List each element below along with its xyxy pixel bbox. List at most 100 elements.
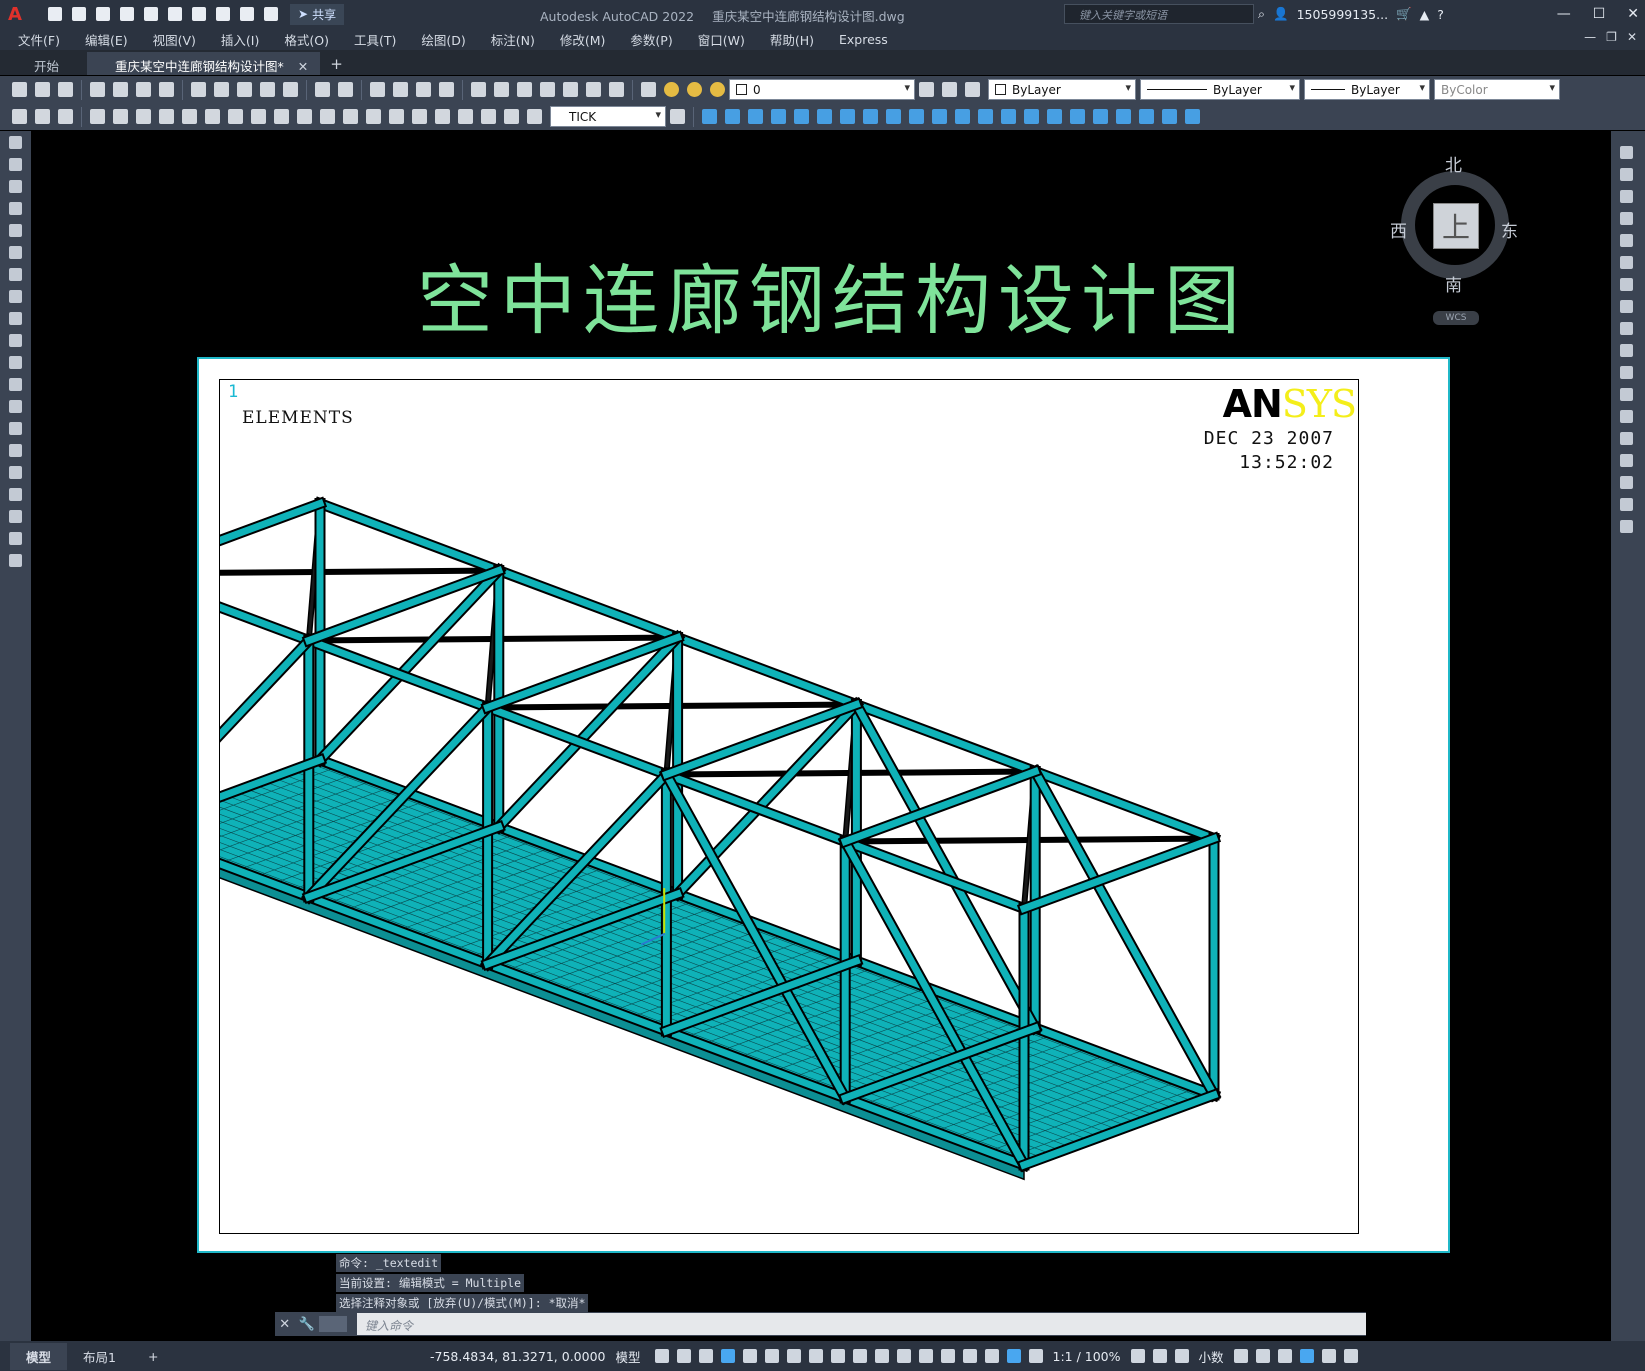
plot-sheet[interactable]: 1 ELEMENTS ANSYS DEC 23 2007 13:52:02 [197, 357, 1450, 1253]
design-center-icon[interactable] [490, 78, 513, 101]
intersect-icon[interactable] [1066, 105, 1089, 128]
save-as-icon[interactable] [116, 3, 138, 25]
explode-icon[interactable] [1611, 515, 1642, 537]
circle-icon[interactable] [0, 263, 31, 285]
hardware-acceleration-icon[interactable] [1296, 1345, 1318, 1367]
helix-icon[interactable] [859, 105, 882, 128]
cone-icon[interactable] [744, 105, 767, 128]
rectangle-icon[interactable] [0, 219, 31, 241]
annotation-visibility-icon[interactable] [1003, 1345, 1025, 1367]
customize-command-icon[interactable]: 🔧 [299, 1317, 315, 1332]
selection-filter-icon[interactable] [959, 1345, 981, 1367]
dim-jogged-icon[interactable] [201, 105, 224, 128]
add-layout-button[interactable]: + [132, 1345, 174, 1368]
workspace-switch-icon[interactable] [1127, 1345, 1149, 1367]
units-value[interactable]: 小数 [1199, 1347, 1224, 1366]
rotate-icon[interactable] [1611, 273, 1642, 295]
dim-continue-icon[interactable] [316, 105, 339, 128]
tab-active-drawing[interactable]: 重庆某空中连廊钢结构设计图* ✕ [87, 52, 321, 75]
fillet-icon[interactable] [1611, 471, 1642, 493]
dim-linear-icon[interactable] [86, 105, 109, 128]
make-block-icon[interactable] [0, 395, 31, 417]
color-select[interactable]: ByLayer [988, 79, 1136, 100]
dim-diameter-icon[interactable] [224, 105, 247, 128]
menu-dimension[interactable]: 标注(N) [491, 30, 535, 49]
chamfer-icon[interactable] [1611, 449, 1642, 471]
table-icon[interactable] [0, 505, 31, 527]
command-prompt-icon[interactable] [319, 1316, 347, 1332]
region-icon[interactable] [0, 483, 31, 505]
compass-north[interactable]: 北 [1445, 151, 1462, 176]
linetype-select[interactable]: ByLayer [1140, 79, 1300, 100]
user-icon[interactable]: 👤 [1273, 6, 1289, 22]
mirror-3d-icon[interactable] [1158, 105, 1181, 128]
customization-icon[interactable] [1340, 1345, 1362, 1367]
menu-edit[interactable]: 编辑(E) [85, 30, 128, 49]
planar-surface-icon[interactable] [882, 105, 905, 128]
paste-icon[interactable] [233, 78, 256, 101]
dim-angular-icon[interactable] [247, 105, 270, 128]
dim-aligned-icon[interactable] [109, 105, 132, 128]
line-icon[interactable] [0, 131, 31, 153]
jogged-linear-icon[interactable] [454, 105, 477, 128]
pyramid-icon[interactable] [836, 105, 859, 128]
layer-lock-icon[interactable] [706, 78, 729, 101]
3d-dwf-icon[interactable] [155, 78, 178, 101]
copy-icon[interactable] [210, 78, 233, 101]
block-editor-icon[interactable] [279, 78, 302, 101]
lineweight-select[interactable]: ByLayer [1304, 79, 1430, 100]
viewcube-top-face[interactable]: 上 [1433, 203, 1479, 249]
user-name[interactable]: 1505999135... [1297, 7, 1388, 22]
sweep-icon[interactable] [951, 105, 974, 128]
tab-model[interactable]: 模型 [10, 1342, 68, 1370]
rect-array-icon[interactable] [1611, 229, 1642, 251]
join-icon[interactable] [1611, 427, 1642, 449]
layer-properties-icon[interactable] [637, 78, 660, 101]
multiline-text-icon[interactable] [0, 527, 31, 549]
layer-previous-icon[interactable] [938, 78, 961, 101]
ellipse-arc-icon[interactable] [0, 351, 31, 373]
array-icon[interactable] [8, 105, 31, 128]
rotate-3d-icon[interactable] [1112, 105, 1135, 128]
wcs-menu[interactable]: WCS [1433, 311, 1479, 325]
model-space-toggle[interactable]: 模型 [615, 1347, 640, 1366]
plot-file-icon[interactable] [86, 78, 109, 101]
ellipse-icon[interactable] [0, 329, 31, 351]
undo-icon[interactable] [212, 3, 234, 25]
save-file-icon[interactable] [54, 78, 77, 101]
coordinate-readout[interactable]: -758.4834, 81.3271, 0.0000 [400, 1349, 615, 1364]
redo-icon[interactable] [236, 3, 258, 25]
dim-baseline-icon[interactable] [293, 105, 316, 128]
menu-parametric[interactable]: 参数(P) [630, 30, 672, 49]
new-icon[interactable] [44, 3, 66, 25]
autocad-logo-icon[interactable]: A [0, 0, 30, 28]
pan-icon[interactable] [366, 78, 389, 101]
dim-space-icon[interactable] [339, 105, 362, 128]
units-icon[interactable] [1171, 1345, 1193, 1367]
viewcube[interactable]: 上 北 南 西 东 WCS [1390, 151, 1518, 325]
doc-minimize-icon[interactable]: — [1584, 30, 1596, 44]
search-input[interactable]: 键入关键字或短语 [1064, 4, 1254, 24]
quick-properties-icon[interactable] [1230, 1345, 1252, 1367]
workspace-icon[interactable] [31, 105, 54, 128]
calculator-icon[interactable] [582, 78, 605, 101]
mirror-icon[interactable] [1611, 185, 1642, 207]
center-mark-icon[interactable] [408, 105, 431, 128]
plot-preview-icon[interactable] [109, 78, 132, 101]
move-3d-icon[interactable] [1089, 105, 1112, 128]
polar-tracking-icon[interactable] [761, 1345, 783, 1367]
dimstyle-select[interactable]: TICK [550, 106, 666, 127]
grid-icon[interactable] [651, 1345, 673, 1367]
lineweight-display-icon[interactable] [849, 1345, 871, 1367]
tool-palettes-icon[interactable] [513, 78, 536, 101]
markup-icon[interactable] [559, 78, 582, 101]
inspection-icon[interactable] [431, 105, 454, 128]
tab-close-icon[interactable]: ✕ [298, 59, 308, 74]
blend-curves-icon[interactable] [1611, 493, 1642, 515]
menu-view[interactable]: 视图(V) [153, 30, 196, 49]
tab-layout1[interactable]: 布局1 [67, 1343, 132, 1370]
selection-cycling-icon[interactable] [893, 1345, 915, 1367]
menu-format[interactable]: 格式(O) [284, 30, 329, 49]
new-tab-button[interactable]: + [320, 52, 353, 75]
zoom-previous-icon[interactable] [435, 78, 458, 101]
